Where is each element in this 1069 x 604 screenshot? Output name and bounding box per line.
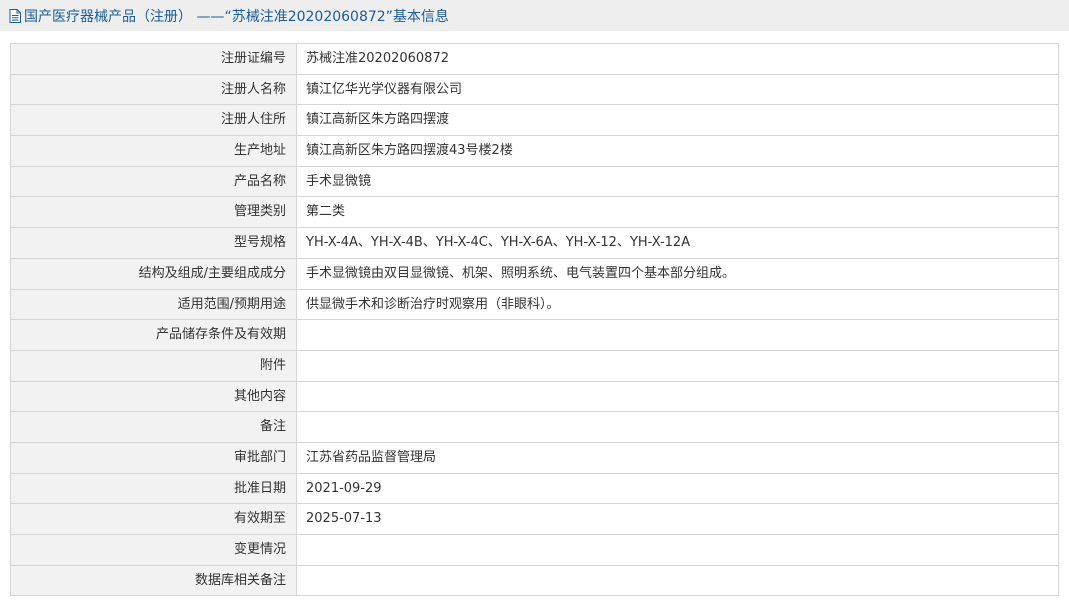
row-label: 备注 <box>11 412 297 442</box>
table-row: 有效期至 2025-07-13 <box>11 504 1059 535</box>
row-value: 镇江亿华光学仪器有限公司 <box>297 74 1059 105</box>
row-label: 产品名称 <box>11 166 297 197</box>
row-value: 苏械注准20202060872 <box>297 44 1059 74</box>
row-value <box>297 350 1059 381</box>
row-label: 批准日期 <box>11 473 297 504</box>
row-value: 手术显微镜由双目显微镜、机架、照明系统、电气装置四个基本部分组成。 <box>297 258 1059 289</box>
table-row: 产品名称 手术显微镜 <box>11 166 1059 198</box>
row-label: 注册人名称 <box>11 74 297 105</box>
row-label: 管理类别 <box>11 197 297 228</box>
row-label: 注册人住所 <box>11 105 297 136</box>
table-row: 注册证编号 苏械注准20202060872 <box>11 44 1059 75</box>
table-row: 批准日期 2021-09-29 <box>11 473 1059 505</box>
table-row: 备注 <box>11 412 1059 443</box>
table-row: 审批部门 江苏省药品监督管理局 <box>11 442 1059 474</box>
row-label: 产品储存条件及有效期 <box>11 320 297 350</box>
row-value: 供显微手术和诊断治疗时观察用（非眼科）。 <box>297 289 1059 320</box>
table-row: 注册人住所 镇江高新区朱方路四摆渡 <box>11 105 1059 137</box>
row-label: 数据库相关备注 <box>11 565 297 596</box>
row-value <box>297 381 1059 412</box>
row-label: 适用范围/预期用途 <box>11 289 297 320</box>
row-label: 结构及组成/主要组成成分 <box>11 258 297 289</box>
table-row: 变更情况 <box>11 535 1059 566</box>
table-row: 产品储存条件及有效期 <box>11 320 1059 351</box>
table-row: 注册人名称 镇江亿华光学仪器有限公司 <box>11 74 1059 106</box>
page-title-bar: 国产医疗器械产品（注册） ——“苏械注准20202060872”基本信息 <box>0 0 1069 31</box>
row-value <box>297 565 1059 596</box>
row-value <box>297 412 1059 442</box>
row-value: 2021-09-29 <box>297 473 1059 504</box>
table-row: 其他内容 <box>11 381 1059 413</box>
row-value <box>297 535 1059 565</box>
table-row: 生产地址 镇江高新区朱方路四摆渡43号楼2楼 <box>11 136 1059 167</box>
table-row: 管理类别 第二类 <box>11 197 1059 229</box>
row-label: 附件 <box>11 350 297 381</box>
row-label: 生产地址 <box>11 136 297 166</box>
row-value: 第二类 <box>297 197 1059 228</box>
row-label: 型号规格 <box>11 228 297 258</box>
row-value: YH-X-4A、YH-X-4B、YH-X-4C、YH-X-6A、YH-X-12、… <box>297 228 1059 258</box>
row-value: 2025-07-13 <box>297 504 1059 534</box>
table-row: 适用范围/预期用途 供显微手术和诊断治疗时观察用（非眼科）。 <box>11 289 1059 321</box>
row-label: 变更情况 <box>11 535 297 565</box>
table-row: 数据库相关备注 <box>11 565 1059 597</box>
row-value <box>297 320 1059 350</box>
table-row: 结构及组成/主要组成成分 手术显微镜由双目显微镜、机架、照明系统、电气装置四个基… <box>11 258 1059 290</box>
row-label: 审批部门 <box>11 442 297 473</box>
table-row: 型号规格 YH-X-4A、YH-X-4B、YH-X-4C、YH-X-6A、YH-… <box>11 228 1059 259</box>
info-table: 注册证编号 苏械注准20202060872 注册人名称 镇江亿华光学仪器有限公司… <box>10 43 1059 597</box>
row-value: 江苏省药品监督管理局 <box>297 442 1059 473</box>
row-value: 手术显微镜 <box>297 166 1059 197</box>
row-value: 镇江高新区朱方路四摆渡 <box>297 105 1059 136</box>
row-label: 其他内容 <box>11 381 297 412</box>
row-value: 镇江高新区朱方路四摆渡43号楼2楼 <box>297 136 1059 166</box>
row-label: 有效期至 <box>11 504 297 534</box>
page-title: 国产医疗器械产品（注册） ——“苏械注准20202060872”基本信息 <box>24 8 449 25</box>
row-label: 注册证编号 <box>11 44 297 74</box>
table-row: 附件 <box>11 350 1059 382</box>
document-icon <box>9 8 21 23</box>
